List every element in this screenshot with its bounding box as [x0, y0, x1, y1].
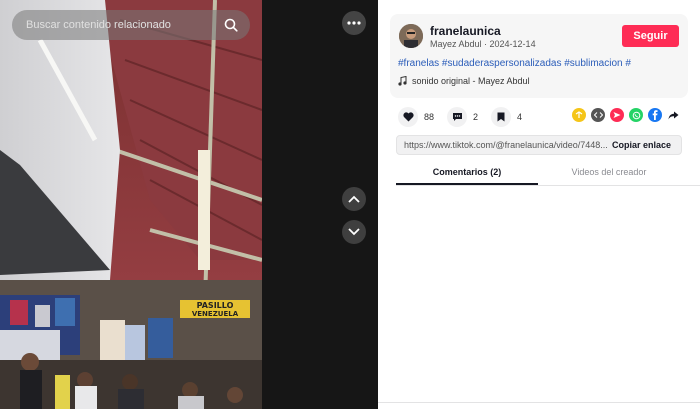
author-info-card: franelaunica Mayez Abdul · 2024-12-14 Se…	[390, 14, 688, 98]
comment-icon[interactable]	[447, 107, 468, 127]
comment-stat[interactable]: 2	[447, 107, 478, 127]
banner-text-1: PASILLO	[197, 301, 234, 310]
caption-hashtags[interactable]: #franelas #sudaderaspersonalizadas #subl…	[398, 58, 631, 69]
search-icon[interactable]	[224, 18, 238, 32]
post-date: 2024-12-14	[489, 39, 536, 49]
share-buttons	[572, 108, 679, 122]
comment-tabs: Comentarios (2) Videos del creador	[396, 163, 700, 186]
author-display-name: Mayez Abdul	[430, 39, 482, 49]
like-stat[interactable]: 88	[398, 107, 434, 127]
follow-button[interactable]: Seguir	[622, 25, 679, 47]
avatar[interactable]	[399, 24, 423, 48]
search-input[interactable]	[24, 18, 224, 32]
comment-count: 2	[473, 112, 479, 122]
like-count: 88	[424, 112, 435, 122]
whatsapp-icon[interactable]	[629, 108, 643, 122]
next-video-button[interactable]	[342, 220, 366, 244]
panel-bottom-divider	[378, 402, 700, 403]
banner-text-2: VENEZUELA	[192, 310, 239, 318]
more-options-button[interactable]	[342, 11, 366, 35]
heart-icon[interactable]	[398, 107, 418, 127]
tab-comments[interactable]: Comentarios (2)	[396, 167, 538, 177]
author-meta: Mayez Abdul · 2024-12-14	[430, 39, 536, 49]
chevron-up-icon	[348, 195, 360, 203]
repost-icon[interactable]	[572, 108, 586, 122]
video-frame: PASILLO VENEZUELA	[0, 0, 262, 409]
save-stat[interactable]: 4	[491, 107, 522, 127]
copy-link-button[interactable]: Copiar enlace	[612, 140, 671, 150]
share-arrow-icon[interactable]	[667, 108, 679, 122]
chevron-down-icon	[348, 228, 360, 236]
sound-row[interactable]: sonido original - Mayez Abdul	[398, 76, 530, 86]
market-scene-image: PASILLO VENEZUELA	[0, 0, 262, 409]
active-tab-indicator	[396, 183, 538, 185]
embed-icon[interactable]	[591, 108, 605, 122]
video-player[interactable]: PASILLO VENEZUELA	[0, 0, 378, 409]
more-dots-icon	[347, 21, 361, 25]
related-search-bar[interactable]	[12, 10, 250, 40]
tab-creator-videos[interactable]: Videos del creador	[538, 167, 680, 177]
meta-separator: ·	[481, 39, 490, 49]
video-link-box: https://www.tiktok.com/@franelaunica/vid…	[396, 135, 682, 155]
save-count: 4	[517, 112, 523, 122]
previous-video-button[interactable]	[342, 187, 366, 211]
facebook-icon[interactable]	[648, 108, 662, 122]
author-username[interactable]: franelaunica	[430, 24, 501, 38]
music-note-icon	[398, 76, 407, 86]
video-details-panel: franelaunica Mayez Abdul · 2024-12-14 Se…	[378, 0, 700, 409]
send-icon[interactable]	[610, 108, 624, 122]
engagement-stats: 88 2 4	[398, 107, 522, 127]
video-url-text[interactable]: https://www.tiktok.com/@franelaunica/vid…	[404, 140, 609, 150]
sound-label: sonido original - Mayez Abdul	[412, 76, 530, 86]
bookmark-icon[interactable]	[491, 107, 512, 127]
